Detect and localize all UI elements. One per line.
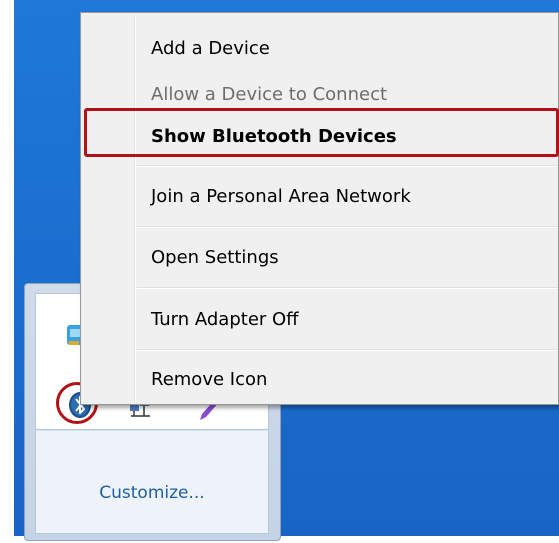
bluetooth-context-menu: Add a Device Allow a Device to Connect S… [80,12,559,405]
menu-item-open-settings[interactable]: Open Settings [81,242,558,272]
tray-footer: Customize... [35,430,269,534]
menu-item-add-device[interactable]: Add a Device [81,33,558,63]
left-margin [0,0,14,543]
menu-item-join-pan[interactable]: Join a Personal Area Network [81,181,558,211]
menu-item-allow-device: Allow a Device to Connect [81,79,558,109]
menu-item-label: Add a Device [151,38,270,59]
menu-item-label: Open Settings [151,247,279,268]
menu-separator [137,226,558,228]
menu-item-label: Join a Personal Area Network [151,186,411,207]
menu-item-label: Allow a Device to Connect [151,84,388,105]
menu-separator [137,349,558,351]
customize-link[interactable]: Customize... [36,483,268,503]
menu-item-label: Turn Adapter Off [151,309,299,330]
menu-item-label: Remove Icon [151,369,268,390]
show-bluetooth-devices-highlight [84,108,559,157]
menu-item-remove-icon[interactable]: Remove Icon [81,364,558,394]
menu-item-turn-adapter-off[interactable]: Turn Adapter Off [81,304,558,334]
menu-separator [137,287,558,289]
menu-separator [137,165,558,167]
